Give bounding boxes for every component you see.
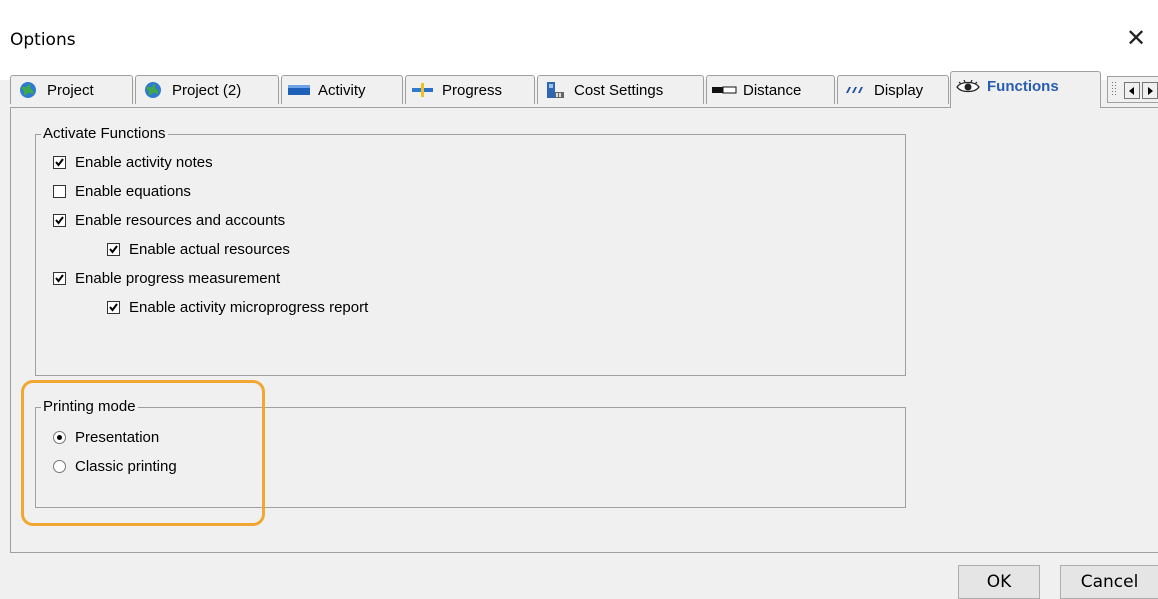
activate-functions-legend: Activate Functions	[41, 125, 168, 142]
checkbox-label: Enable activity notes	[75, 153, 213, 171]
check-icon	[55, 273, 64, 283]
checkbox-label: Enable progress measurement	[75, 269, 281, 287]
title-bar: Options ✕	[0, 0, 1158, 80]
globe-icon	[140, 80, 166, 100]
checkbox-box[interactable]	[53, 271, 66, 285]
tab-label: Activity	[318, 81, 366, 99]
checkbox-box[interactable]	[107, 242, 120, 256]
tab-label: Distance	[743, 81, 802, 99]
globe-icon	[15, 80, 41, 100]
tab-label: Progress	[442, 81, 503, 99]
tab-panel-bottom-border	[10, 552, 1158, 553]
eye-icon	[955, 78, 981, 96]
checkbox-enable-actual-resources[interactable]: Enable actual resources	[107, 239, 290, 259]
highlight-annotation	[21, 380, 265, 526]
cancel-button[interactable]: Cancel	[1060, 565, 1158, 599]
check-icon	[109, 302, 118, 312]
checkbox-box[interactable]	[53, 213, 66, 227]
arrow-right-icon	[1148, 86, 1153, 95]
activity-bar-icon	[286, 80, 312, 100]
tab-label: Display	[874, 81, 924, 99]
progress-icon	[410, 80, 436, 100]
check-icon	[55, 157, 64, 167]
tab-display[interactable]: Display	[837, 75, 949, 104]
tab-activity[interactable]: Activity	[281, 75, 403, 104]
tab-label: Project	[47, 81, 94, 99]
arrow-left-icon	[1129, 86, 1134, 95]
checkbox-enable-progress-measurement[interactable]: Enable progress measurement	[53, 268, 280, 288]
tab-scroll-control	[1107, 76, 1158, 103]
checkbox-label: Enable activity microprogress report	[129, 298, 369, 316]
window-title: Options	[10, 30, 76, 50]
distance-icon	[711, 80, 737, 100]
tab-label: Project (2)	[172, 81, 242, 99]
tab-project[interactable]: Project	[10, 75, 133, 104]
tab-panel-left-border	[10, 107, 11, 553]
checkbox-box[interactable]	[53, 184, 66, 198]
ok-button[interactable]: OK	[958, 565, 1040, 599]
display-icon	[842, 80, 868, 100]
tab-strip: Project Project (2) Activity Progress Co…	[10, 71, 1158, 108]
checkbox-label: Enable resources and accounts	[75, 211, 286, 229]
checkbox-enable-resources-and-accounts[interactable]: Enable resources and accounts	[53, 210, 285, 230]
checkbox-box[interactable]	[53, 155, 66, 169]
tab-scroll-left-button[interactable]	[1124, 82, 1140, 99]
close-button[interactable]: ✕	[1114, 18, 1158, 58]
checkbox-label: Enable equations	[75, 182, 191, 200]
check-icon	[109, 244, 118, 254]
tab-label: Cost Settings	[574, 81, 664, 99]
checkbox-label: Enable actual resources	[129, 240, 290, 258]
tab-functions[interactable]: Functions	[950, 71, 1101, 108]
tab-label: Functions	[987, 78, 1059, 95]
tab-progress[interactable]: Progress	[405, 75, 535, 104]
tab-project-2[interactable]: Project (2)	[135, 75, 279, 104]
tab-scroll-right-button[interactable]	[1142, 82, 1158, 99]
check-icon	[55, 215, 64, 225]
close-icon: ✕	[1125, 24, 1147, 52]
tab-cost-settings[interactable]: Cost Settings	[537, 75, 704, 104]
tab-overflow-icon	[1112, 82, 1116, 95]
checkbox-enable-activity-notes[interactable]: Enable activity notes	[53, 152, 213, 172]
cost-settings-icon	[542, 80, 568, 100]
checkbox-box[interactable]	[107, 300, 120, 314]
checkbox-enable-activity-microprogress-report[interactable]: Enable activity microprogress report	[107, 297, 368, 317]
tab-distance[interactable]: Distance	[706, 75, 835, 104]
checkbox-enable-equations[interactable]: Enable equations	[53, 181, 191, 201]
